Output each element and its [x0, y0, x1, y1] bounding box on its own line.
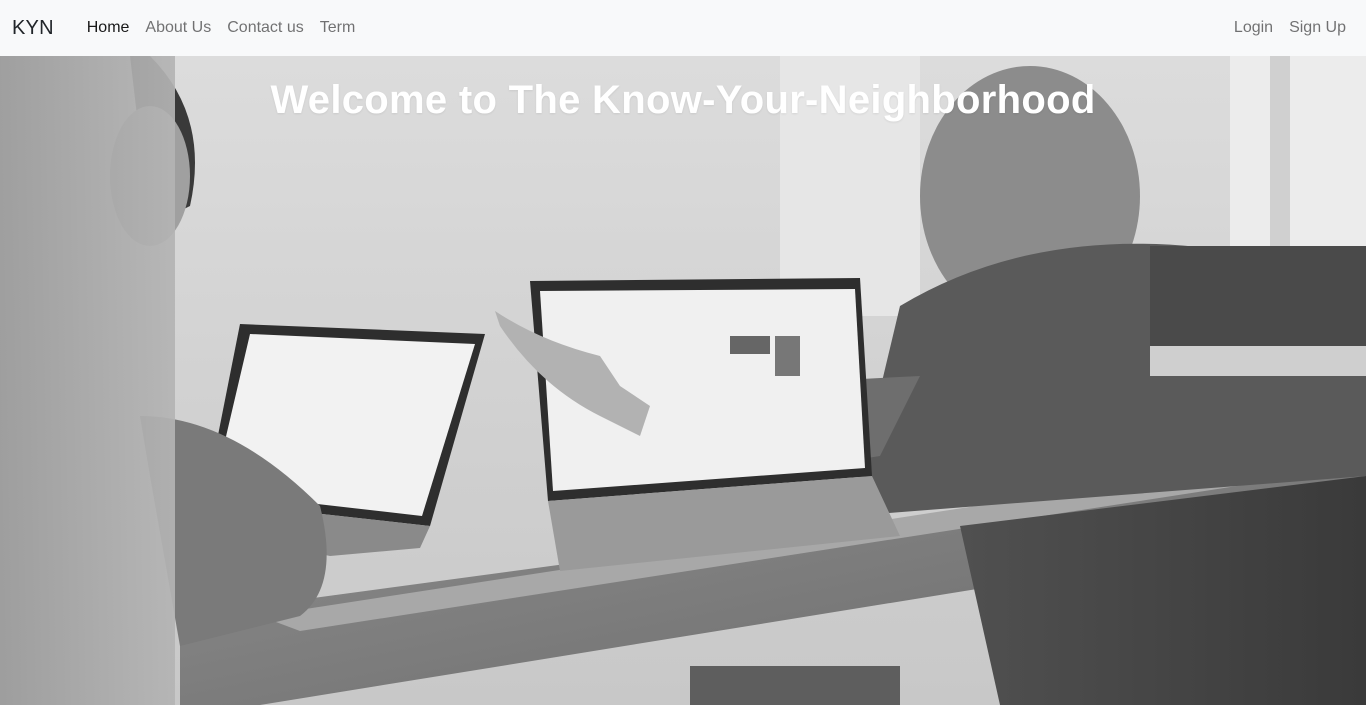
nav-link-home[interactable]: Home: [79, 11, 138, 45]
nav-item-contact-us: Contact us: [219, 11, 311, 45]
account-nav: Login Sign Up: [1226, 11, 1354, 45]
hero-banner: Welcome to The Know-Your-Neighborhood: [0, 56, 1366, 705]
nav-item-login: Login: [1226, 11, 1281, 45]
top-navbar: KYN Home About Us Contact us Term Login …: [0, 0, 1366, 56]
signup-link[interactable]: Sign Up: [1281, 11, 1354, 45]
nav-link-term[interactable]: Term: [312, 11, 364, 45]
nav-link-contact-us[interactable]: Contact us: [219, 11, 311, 45]
nav-item-home: Home: [79, 11, 138, 45]
nav-item-term: Term: [312, 11, 364, 45]
hero-background-photo: [0, 56, 1366, 705]
hero-title: Welcome to The Know-Your-Neighborhood: [270, 78, 1096, 122]
primary-nav: Home About Us Contact us Term: [79, 11, 364, 45]
brand-logo-link[interactable]: KYN: [12, 17, 54, 40]
nav-item-signup: Sign Up: [1281, 11, 1354, 45]
login-link[interactable]: Login: [1226, 11, 1281, 45]
nav-item-about-us: About Us: [137, 11, 219, 45]
nav-link-about-us[interactable]: About Us: [137, 11, 219, 45]
